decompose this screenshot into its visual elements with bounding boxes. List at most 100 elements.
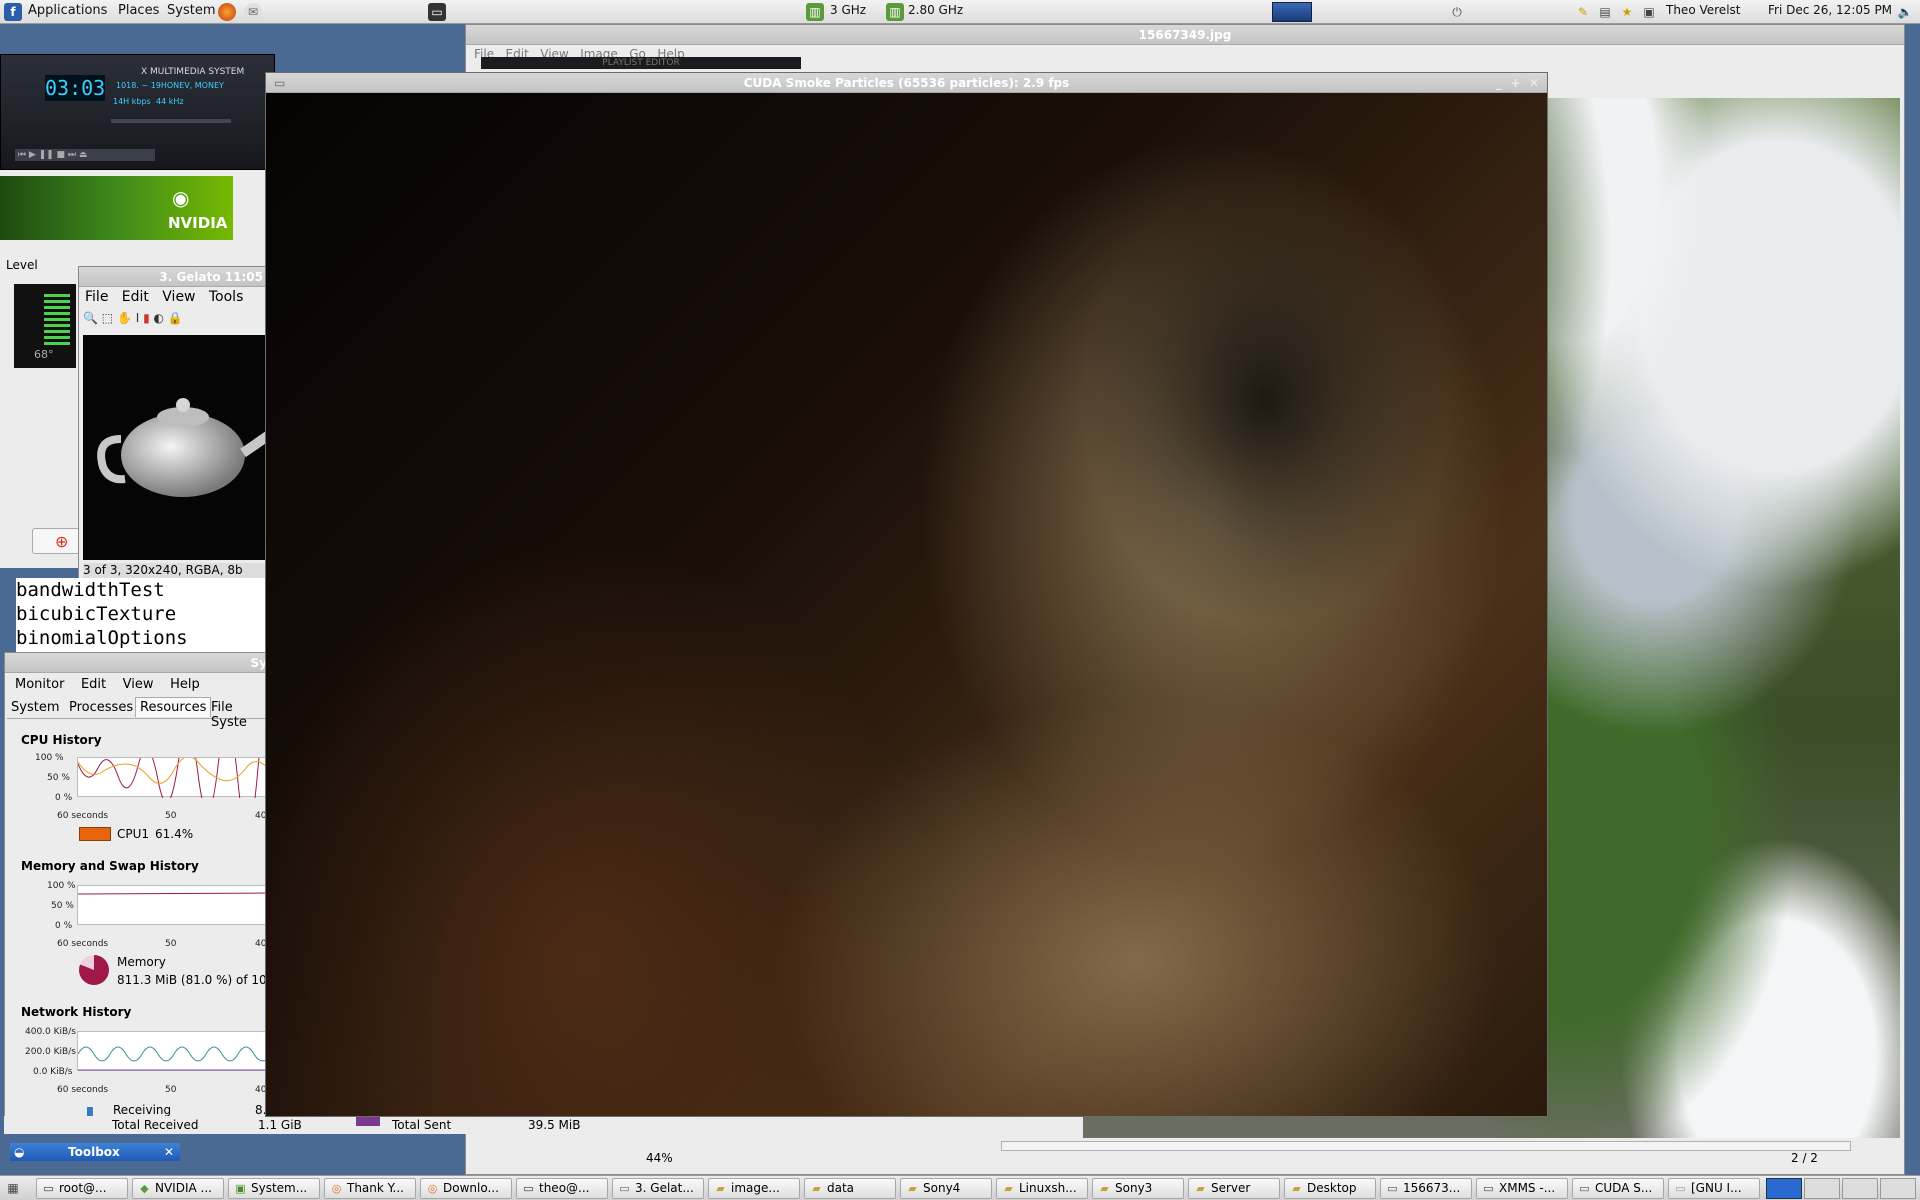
zoom-icon[interactable]: 🔍 <box>83 311 98 325</box>
toolbox-window[interactable]: ◒ Toolbox ✕ <box>10 1143 180 1161</box>
taskbar-button[interactable]: ▣ System... <box>228 1178 320 1199</box>
taskbar-button[interactable]: ▰ Sony4 <box>900 1178 992 1199</box>
taskbar-button[interactable]: ▰ Desktop <box>1284 1178 1376 1199</box>
cpu-freq-icon-1[interactable]: ▥ <box>806 3 824 21</box>
taskbar-button[interactable]: ▭ XMMS -... <box>1476 1178 1568 1199</box>
fedora-icon[interactable]: f <box>4 3 22 21</box>
volume-icon[interactable]: 🔈 <box>1896 3 1914 21</box>
user-name[interactable]: Theo Verelst <box>1666 3 1740 17</box>
taskbar-button[interactable]: ▭ 3. Gelat... <box>612 1178 704 1199</box>
lifebuoy-icon: ⊕ <box>55 532 69 551</box>
gelato-menu-tools[interactable]: Tools <box>209 289 244 305</box>
smoke-particles-canvas[interactable] <box>266 93 1547 1116</box>
gelato-titlebar[interactable]: 3. Gelato 11:05 <box>79 267 267 287</box>
xmms-playlist-bar[interactable]: PLAYLIST EDITOR <box>481 57 801 69</box>
terminal-line: bandwidthTest <box>16 579 165 601</box>
notes-icon[interactable]: ✎ <box>1574 3 1592 21</box>
taskbar-button[interactable]: ▭ theo@... <box>516 1178 608 1199</box>
workspace-switcher[interactable] <box>1272 2 1312 22</box>
taskbar-button[interactable]: ▰ Sony3 <box>1092 1178 1184 1199</box>
cpu-color-swatch[interactable] <box>79 827 111 841</box>
clock[interactable]: Fri Dec 26, 12:05 PM <box>1768 3 1892 17</box>
taskbar-app-icon: ▰ <box>1100 1182 1109 1195</box>
menu-applications[interactable]: Applications <box>28 3 107 18</box>
cpu-legend: CPU1 <box>117 827 150 841</box>
taskbar-button[interactable]: ◆ NVIDIA ... <box>132 1178 224 1199</box>
cuda-titlebar[interactable]: ▭ CUDA Smoke Particles (65536 particles)… <box>266 73 1547 93</box>
help-button[interactable]: ⊕ <box>32 528 80 554</box>
xmms-player[interactable]: X MULTIMEDIA SYSTEM 03:03 1018. ~ 19HONE… <box>0 54 801 170</box>
window-controls[interactable]: _ + ✕ <box>1496 73 1539 93</box>
xmms-volume-slider[interactable] <box>111 119 231 123</box>
taskbar-button[interactable]: ▭ root@... <box>36 1178 128 1199</box>
firefox-icon[interactable] <box>218 3 236 21</box>
taskbar-button-label: data <box>827 1181 855 1195</box>
terminal-launcher-icon[interactable]: ▭ <box>428 3 446 21</box>
mem-tick-50: 50 % <box>51 901 74 911</box>
cpu-freq-icon-2[interactable]: ▥ <box>886 3 904 21</box>
email-icon[interactable]: ✉ <box>244 3 262 21</box>
taskbar-button-label: image... <box>731 1181 780 1195</box>
taskbar-button[interactable]: ▰ data <box>804 1178 896 1199</box>
taskbar-button[interactable]: ▭ 156673... <box>1380 1178 1472 1199</box>
sysmon-menu-view[interactable]: View <box>123 677 154 692</box>
xmms-transport-buttons[interactable]: ⏮ ▶ ❚❚ ■ ⏭ ⏏ <box>15 149 155 161</box>
sysmon-menu-edit[interactable]: Edit <box>81 677 106 692</box>
taskbar-button[interactable]: ▰ image... <box>708 1178 800 1199</box>
toolbox-close-icon[interactable]: ✕ <box>164 1143 174 1161</box>
taskbar-button-label: NVIDIA ... <box>155 1181 212 1195</box>
mem-x-tick-60: 60 seconds <box>57 939 109 949</box>
gelato-menu-edit[interactable]: Edit <box>122 289 149 305</box>
cursor-icon[interactable]: I <box>136 311 140 325</box>
tab-processes[interactable]: Processes <box>69 700 133 715</box>
image-viewer-titlebar[interactable]: 15667349.jpg <box>466 25 1904 45</box>
workspace-3[interactable] <box>1842 1178 1878 1199</box>
memory-pie-icon[interactable] <box>79 955 109 985</box>
tab-resources[interactable]: Resources <box>135 697 212 717</box>
sysmon-menu-help[interactable]: Help <box>170 677 200 692</box>
taskbar-button-label: Linuxsh... <box>1019 1181 1077 1195</box>
show-desktop-icon[interactable]: ▦ <box>4 1179 22 1197</box>
mem-tick-0: 0 % <box>55 921 73 931</box>
xmms-samplerate: 44 kHz <box>156 97 184 106</box>
workspace-1[interactable] <box>1766 1178 1802 1199</box>
taskbar-button[interactable]: ▭ CUDA S... <box>1572 1178 1664 1199</box>
horizontal-scrollbar[interactable] <box>1001 1141 1851 1151</box>
terminal-window[interactable]: bandwidthTest bicubicTexture binomialOpt… <box>16 578 268 656</box>
gelato-menu-view[interactable]: View <box>162 289 195 305</box>
taskbar-app-icon: ▰ <box>716 1182 725 1195</box>
taskbar-button[interactable]: ▭ [GNU I... <box>1668 1178 1760 1199</box>
taskbar-app-icon: ◎ <box>331 1182 342 1195</box>
sysmon-menu-monitor[interactable]: Monitor <box>15 677 64 692</box>
tab-system[interactable]: System <box>11 700 59 715</box>
taskbar-app-icon: ▰ <box>908 1182 917 1195</box>
sysmon-titlebar[interactable]: Sy <box>5 653 271 673</box>
sysmon-tabs: System Processes Resources File Syste <box>7 697 271 730</box>
workspace-4[interactable] <box>1880 1178 1916 1199</box>
taskbar-app-icon: ▰ <box>1004 1182 1013 1195</box>
menu-system[interactable]: System <box>167 3 215 18</box>
taskbar-app-icon: ▭ <box>1387 1182 1398 1195</box>
taskbar-app-icon: ▭ <box>1579 1182 1590 1195</box>
display-icon[interactable]: ▣ <box>1640 3 1658 21</box>
channel-icon[interactable]: ◐ <box>154 311 164 325</box>
select-icon[interactable]: ⬚ <box>102 311 113 325</box>
cpu-tick-0: 0 % <box>55 793 73 803</box>
hand-icon[interactable]: ✋ <box>117 311 132 325</box>
taskbar-button[interactable]: ◎ Thank Y... <box>324 1178 416 1199</box>
xmms-bitrate: 14H kbps <box>113 97 151 106</box>
gelato-menu-file[interactable]: File <box>85 289 108 305</box>
menu-places[interactable]: Places <box>118 3 159 18</box>
star-icon[interactable]: ★ <box>1618 3 1636 21</box>
shutdown-icon[interactable]: ⏻ <box>1448 3 1466 21</box>
workspace-pager[interactable] <box>1766 1178 1916 1199</box>
lock-icon[interactable]: 🔒 <box>168 311 183 325</box>
color-icon[interactable]: ▮ <box>143 311 150 325</box>
taskbar-button[interactable]: ▰ Server <box>1188 1178 1280 1199</box>
workspace-2[interactable] <box>1804 1178 1840 1199</box>
taskbar-button[interactable]: ◎ Downlo... <box>420 1178 512 1199</box>
taskbar-button[interactable]: ▰ Linuxsh... <box>996 1178 1088 1199</box>
tab-file-systems[interactable]: File Syste <box>211 700 271 730</box>
network-icon[interactable]: ▤ <box>1596 3 1614 21</box>
window-menu-icon[interactable]: ▭ <box>274 73 285 93</box>
